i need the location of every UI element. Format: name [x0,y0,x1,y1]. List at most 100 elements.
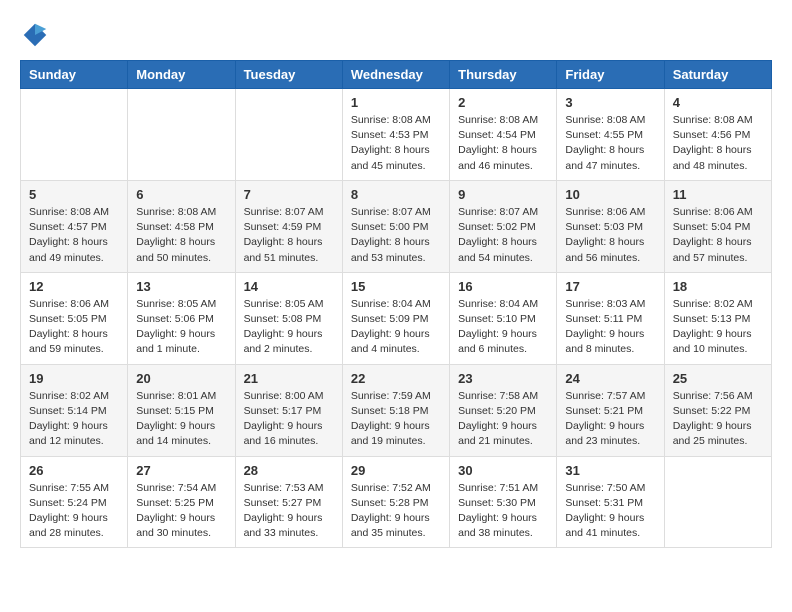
day-number: 8 [351,187,441,202]
day-info: Sunrise: 8:08 AMSunset: 4:53 PMDaylight:… [351,113,441,174]
day-number: 9 [458,187,548,202]
calendar-cell [21,89,128,181]
day-info: Sunrise: 7:50 AMSunset: 5:31 PMDaylight:… [565,481,655,542]
day-number: 25 [673,371,763,386]
day-number: 24 [565,371,655,386]
day-number: 2 [458,95,548,110]
calendar-cell: 12 Sunrise: 8:06 AMSunset: 5:05 PMDayligh… [21,272,128,364]
calendar-week-row: 1 Sunrise: 8:08 AMSunset: 4:53 PMDaylight… [21,89,772,181]
calendar-cell: 31 Sunrise: 7:50 AMSunset: 5:31 PMDayligh… [557,456,664,548]
calendar-week-row: 26 Sunrise: 7:55 AMSunset: 5:24 PMDayligh… [21,456,772,548]
calendar-cell [664,456,771,548]
day-number: 6 [136,187,226,202]
day-info: Sunrise: 7:55 AMSunset: 5:24 PMDaylight:… [29,481,119,542]
day-info: Sunrise: 7:51 AMSunset: 5:30 PMDaylight:… [458,481,548,542]
calendar-cell: 2 Sunrise: 8:08 AMSunset: 4:54 PMDaylight… [450,89,557,181]
day-info: Sunrise: 7:57 AMSunset: 5:21 PMDaylight:… [565,389,655,450]
day-number: 23 [458,371,548,386]
day-info: Sunrise: 8:05 AMSunset: 5:08 PMDaylight:… [244,297,334,358]
calendar-header-row: SundayMondayTuesdayWednesdayThursdayFrid… [21,61,772,89]
calendar-cell: 24 Sunrise: 7:57 AMSunset: 5:21 PMDayligh… [557,364,664,456]
calendar-cell: 29 Sunrise: 7:52 AMSunset: 5:28 PMDayligh… [342,456,449,548]
day-number: 16 [458,279,548,294]
logo [20,20,54,50]
calendar-cell: 25 Sunrise: 7:56 AMSunset: 5:22 PMDayligh… [664,364,771,456]
calendar-cell: 30 Sunrise: 7:51 AMSunset: 5:30 PMDayligh… [450,456,557,548]
calendar-cell: 22Sunrise: 7:59 AMSunset: 5:18 PMDayligh… [342,364,449,456]
calendar-cell: 16 Sunrise: 8:04 AMSunset: 5:10 PMDayligh… [450,272,557,364]
day-info: Sunrise: 7:52 AMSunset: 5:28 PMDaylight:… [351,481,441,542]
day-info: Sunrise: 8:06 AMSunset: 5:03 PMDaylight:… [565,205,655,266]
weekday-header: Thursday [450,61,557,89]
calendar-cell: 26 Sunrise: 7:55 AMSunset: 5:24 PMDayligh… [21,456,128,548]
calendar-cell: 14 Sunrise: 8:05 AMSunset: 5:08 PMDayligh… [235,272,342,364]
day-info: Sunrise: 8:02 AMSunset: 5:14 PMDaylight:… [29,389,119,450]
day-info: Sunrise: 7:56 AMSunset: 5:22 PMDaylight:… [673,389,763,450]
calendar-cell: 13Sunrise: 8:05 AMSunset: 5:06 PMDayligh… [128,272,235,364]
weekday-header: Tuesday [235,61,342,89]
day-info: Sunrise: 8:08 AMSunset: 4:56 PMDaylight:… [673,113,763,174]
calendar-cell: 15 Sunrise: 8:04 AMSunset: 5:09 PMDayligh… [342,272,449,364]
day-number: 5 [29,187,119,202]
day-number: 18 [673,279,763,294]
day-info: Sunrise: 8:08 AMSunset: 4:54 PMDaylight:… [458,113,548,174]
calendar-cell: 1 Sunrise: 8:08 AMSunset: 4:53 PMDaylight… [342,89,449,181]
calendar-cell: 5 Sunrise: 8:08 AMSunset: 4:57 PMDaylight… [21,180,128,272]
day-number: 14 [244,279,334,294]
calendar-cell: 8Sunrise: 8:07 AMSunset: 5:00 PMDaylight… [342,180,449,272]
day-number: 27 [136,463,226,478]
day-number: 4 [673,95,763,110]
day-info: Sunrise: 7:54 AMSunset: 5:25 PMDaylight:… [136,481,226,542]
day-number: 19 [29,371,119,386]
calendar-cell: 21 Sunrise: 8:00 AMSunset: 5:17 PMDayligh… [235,364,342,456]
calendar-cell [128,89,235,181]
day-info: Sunrise: 8:08 AMSunset: 4:57 PMDaylight:… [29,205,119,266]
day-number: 26 [29,463,119,478]
day-number: 21 [244,371,334,386]
day-info: Sunrise: 8:08 AMSunset: 4:55 PMDaylight:… [565,113,655,174]
calendar-cell: 3 Sunrise: 8:08 AMSunset: 4:55 PMDaylight… [557,89,664,181]
calendar-cell: 7Sunrise: 8:07 AMSunset: 4:59 PMDaylight… [235,180,342,272]
weekday-header: Monday [128,61,235,89]
day-info: Sunrise: 8:06 AMSunset: 5:04 PMDaylight:… [673,205,763,266]
day-info: Sunrise: 8:08 AMSunset: 4:58 PMDaylight:… [136,205,226,266]
day-number: 17 [565,279,655,294]
calendar-cell [235,89,342,181]
weekday-header: Saturday [664,61,771,89]
day-number: 12 [29,279,119,294]
day-info: Sunrise: 7:58 AMSunset: 5:20 PMDaylight:… [458,389,548,450]
day-info: Sunrise: 7:53 AMSunset: 5:27 PMDaylight:… [244,481,334,542]
day-info: Sunrise: 8:00 AMSunset: 5:17 PMDaylight:… [244,389,334,450]
day-number: 30 [458,463,548,478]
day-info: Sunrise: 8:05 AMSunset: 5:06 PMDaylight:… [136,297,226,358]
calendar-cell: 10 Sunrise: 8:06 AMSunset: 5:03 PMDayligh… [557,180,664,272]
weekday-header: Friday [557,61,664,89]
weekday-header: Wednesday [342,61,449,89]
calendar-cell: 17 Sunrise: 8:03 AMSunset: 5:11 PMDayligh… [557,272,664,364]
calendar-week-row: 12 Sunrise: 8:06 AMSunset: 5:05 PMDayligh… [21,272,772,364]
calendar-week-row: 19 Sunrise: 8:02 AMSunset: 5:14 PMDayligh… [21,364,772,456]
day-number: 31 [565,463,655,478]
day-number: 15 [351,279,441,294]
day-number: 11 [673,187,763,202]
day-number: 20 [136,371,226,386]
day-info: Sunrise: 8:07 AMSunset: 4:59 PMDaylight:… [244,205,334,266]
calendar-cell: 27 Sunrise: 7:54 AMSunset: 5:25 PMDayligh… [128,456,235,548]
calendar-cell: 23 Sunrise: 7:58 AMSunset: 5:20 PMDayligh… [450,364,557,456]
page-header [20,20,772,50]
calendar-cell: 9 Sunrise: 8:07 AMSunset: 5:02 PMDaylight… [450,180,557,272]
day-info: Sunrise: 8:04 AMSunset: 5:09 PMDaylight:… [351,297,441,358]
calendar-cell: 18Sunrise: 8:02 AMSunset: 5:13 PMDayligh… [664,272,771,364]
logo-icon [20,20,50,50]
day-number: 29 [351,463,441,478]
day-number: 1 [351,95,441,110]
day-info: Sunrise: 8:03 AMSunset: 5:11 PMDaylight:… [565,297,655,358]
day-info: Sunrise: 8:06 AMSunset: 5:05 PMDaylight:… [29,297,119,358]
day-number: 10 [565,187,655,202]
calendar-cell: 20Sunrise: 8:01 AMSunset: 5:15 PMDayligh… [128,364,235,456]
day-info: Sunrise: 7:59 AMSunset: 5:18 PMDaylight:… [351,389,441,450]
day-info: Sunrise: 8:07 AMSunset: 5:02 PMDaylight:… [458,205,548,266]
day-number: 3 [565,95,655,110]
calendar-cell: 4 Sunrise: 8:08 AMSunset: 4:56 PMDaylight… [664,89,771,181]
day-info: Sunrise: 8:04 AMSunset: 5:10 PMDaylight:… [458,297,548,358]
